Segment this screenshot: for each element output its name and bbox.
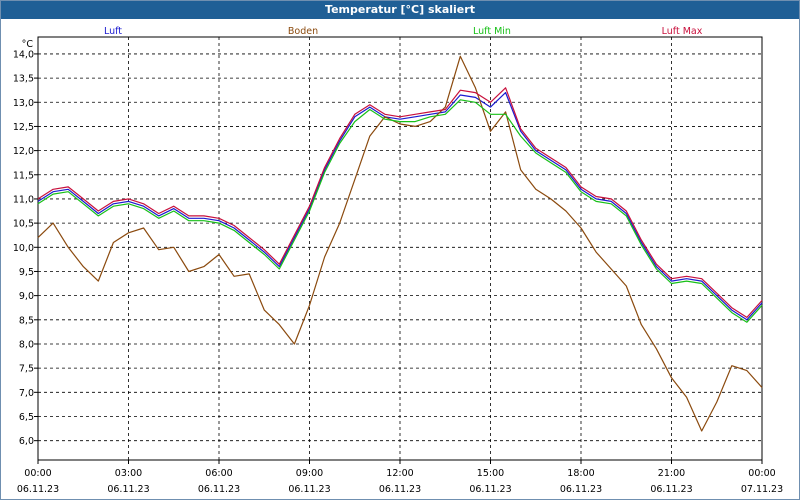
x-tick-time-label: 06:00 (205, 468, 232, 479)
legend-entry-luft-max: Luft Max (662, 26, 703, 37)
x-tick-time-label: 00:00 (748, 468, 775, 479)
y-tick-label: 14,0 (13, 49, 34, 60)
legend-entry-luft-min: Luft Min (473, 26, 511, 37)
y-tick-label: 6,5 (19, 412, 34, 423)
x-tick-date-label: 06.11.23 (198, 484, 240, 495)
x-tick-date-label: 06.11.23 (650, 484, 692, 495)
y-tick-label: 8,0 (19, 339, 34, 350)
x-tick-date-label: 06.11.23 (379, 484, 421, 495)
y-tick-label: 13,0 (13, 98, 34, 109)
y-tick-label: 11,0 (13, 194, 34, 205)
x-tick-time-label: 09:00 (296, 468, 323, 479)
y-tick-label: 8,5 (19, 315, 34, 326)
temperature-chart: 6,0 6,5 7,0 7,5 8,0 8,5 9,0 9,5 10,0 10,5 11,0 11,5… (13, 26, 783, 495)
x-tick-time-label: 15:00 (477, 468, 504, 479)
y-tick-label: 10,5 (13, 219, 34, 230)
legend-entry-boden: Boden (288, 26, 318, 37)
y-tick-label: 12,0 (13, 146, 34, 157)
x-tick-time-label: 03:00 (115, 468, 142, 479)
y-tick-label: 13,5 (13, 74, 34, 85)
x-tick-date-label: 06.11.23 (288, 484, 330, 495)
x-tick-date-label: 06.11.23 (560, 484, 602, 495)
x-tick-time-label: 21:00 (658, 468, 685, 479)
y-tick-label: 11,5 (13, 170, 34, 181)
legend-entry-luft: Luft (104, 26, 122, 37)
y-tick-label: 6,0 (19, 436, 34, 447)
x-tick-time-label: 00:00 (24, 468, 51, 479)
y-tick-label: 9,5 (19, 267, 34, 278)
y-tick-label: 7,0 (19, 388, 34, 399)
x-tick-time-label: 12:00 (386, 468, 413, 479)
x-tick-date-label: 06.11.23 (17, 484, 59, 495)
x-tick-date-label: 06.11.23 (469, 484, 511, 495)
x-tick-date-label: 07.11.23 (741, 484, 783, 495)
x-tick-time-label: 18:00 (567, 468, 594, 479)
y-tick-label: 9,0 (19, 291, 34, 302)
y-tick-label: 12,5 (13, 122, 34, 133)
x-tick-date-label: 06.11.23 (107, 484, 149, 495)
y-axis-unit-label: °C (22, 39, 34, 50)
y-tick-label: 10,0 (13, 243, 34, 254)
y-tick-label: 7,5 (19, 364, 34, 375)
